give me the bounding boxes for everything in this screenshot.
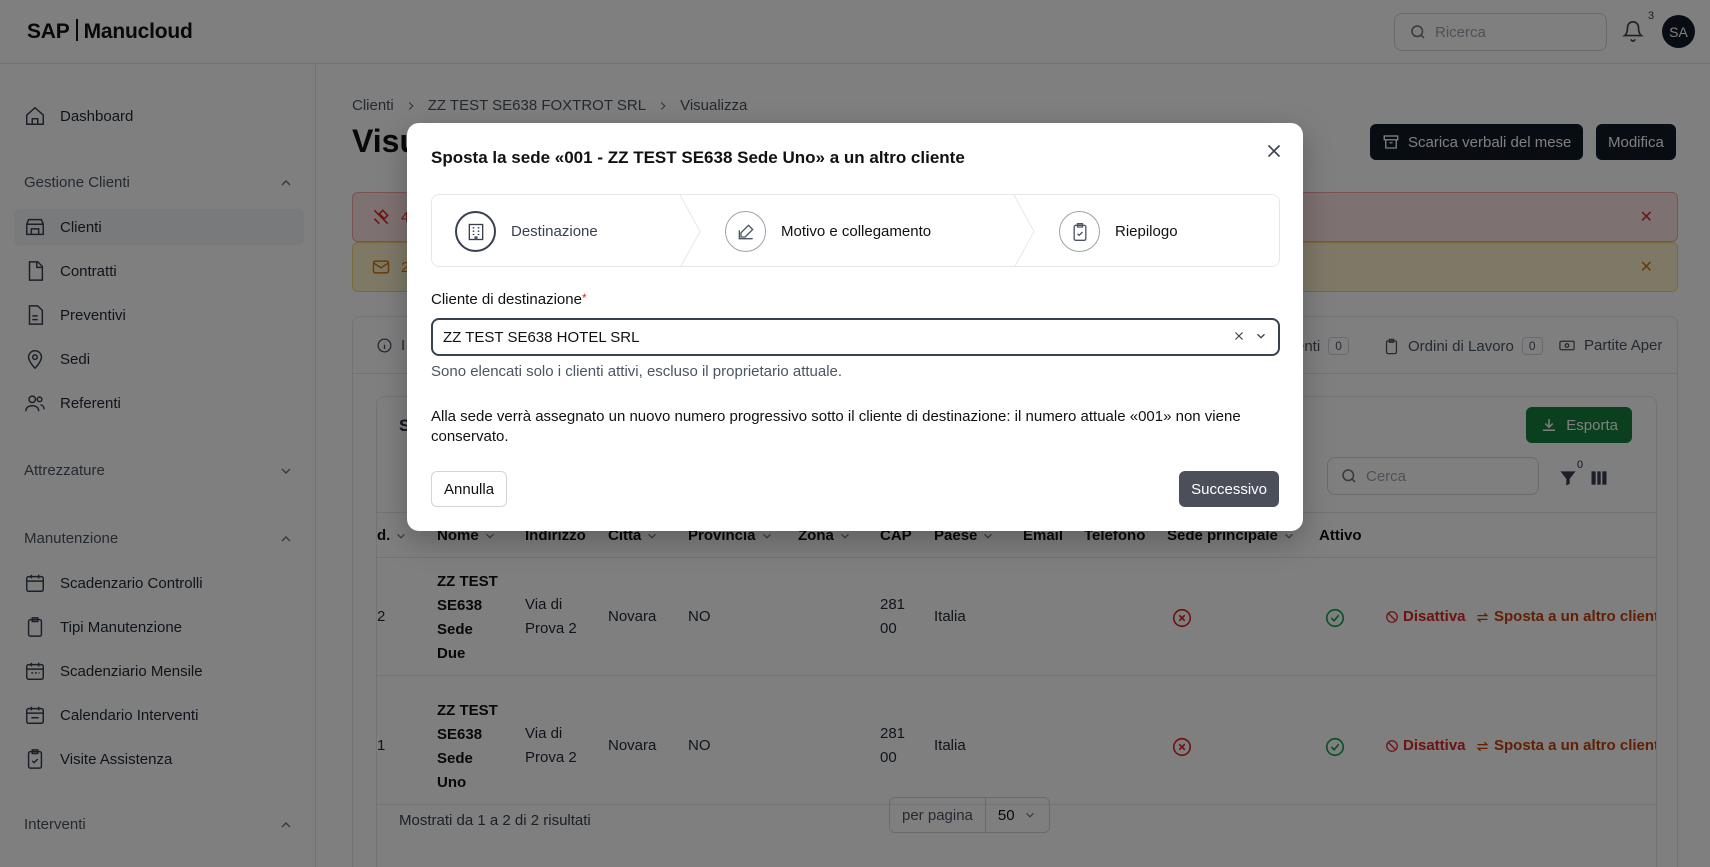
move-site-modal: Sposta la sede «001 - ZZ TEST SE638 Sede… [407,123,1303,531]
step-riepilogo: Riepilogo [1059,195,1178,266]
next-button[interactable]: Successivo [1179,471,1279,507]
step-label: Motivo e collegamento [781,223,932,240]
clipboard-check-icon [1073,222,1086,241]
wizard-stepper: Destinazione Motivo e collegamento Riepi… [431,194,1280,267]
step-label: Destinazione [511,223,598,240]
required-marker: * [581,291,587,305]
destination-client-label: Cliente di destinazione* [431,291,587,308]
clear-icon[interactable] [1232,329,1246,343]
building-icon [468,223,483,240]
chevron-down-icon[interactable] [1254,329,1268,343]
label-text: Cliente di destinazione [431,291,582,308]
close-modal-button[interactable] [1263,140,1285,162]
destination-client-select[interactable]: ZZ TEST SE638 HOTEL SRL [431,318,1280,356]
cancel-button[interactable]: Annulla [431,471,508,507]
pencil-square-icon [738,223,754,239]
field-hint: Sono elencati solo i clienti attivi, esc… [431,363,843,380]
step-motivo-e-collegamento: Motivo e collegamento [725,195,932,266]
renumber-note: Alla sede verrà assegnato un nuovo numer… [431,408,1241,445]
modal-title: Sposta la sede «001 - ZZ TEST SE638 Sede… [431,148,965,167]
select-value: ZZ TEST SE638 HOTEL SRL [443,328,640,346]
close-icon [1267,144,1281,158]
step-label: Riepilogo [1115,223,1178,240]
step-destinazione: Destinazione [455,195,598,266]
